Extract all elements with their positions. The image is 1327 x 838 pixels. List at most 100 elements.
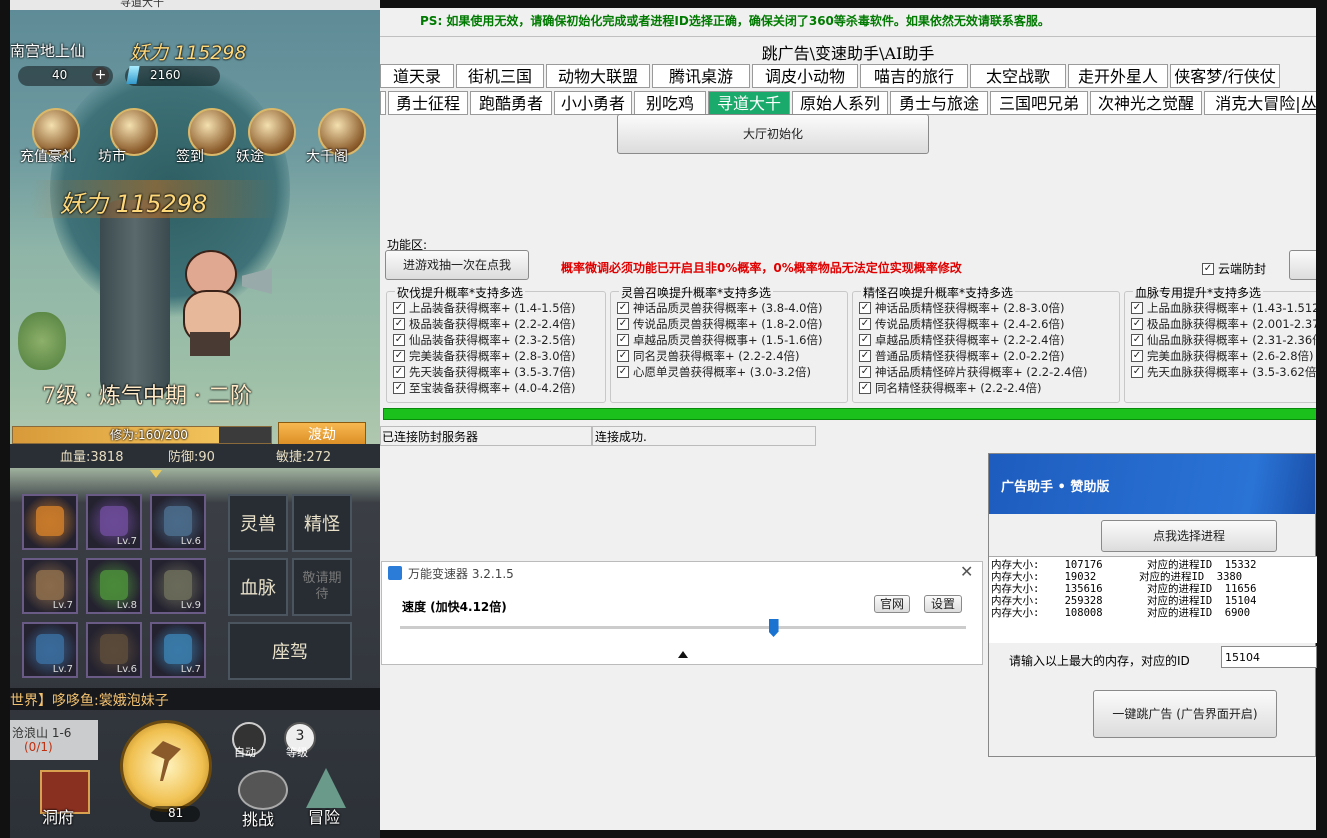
cloud-protect-box[interactable]: ✓ [1202, 262, 1214, 275]
equip-slot[interactable]: Lv.9 [150, 558, 206, 614]
checkbox-box[interactable]: ✓ [617, 302, 629, 314]
cloud-protect-checkbox[interactable]: ✓ 云端防封 [1202, 260, 1266, 277]
tab-row1-item[interactable]: 太空战歌 [970, 64, 1066, 88]
tab-row1-item[interactable]: 动物大联盟 [546, 64, 650, 88]
probability-checkbox[interactable]: ✓ 传说品质灵兽获得概率+ (1.8-2.0倍) [617, 316, 823, 332]
probability-checkbox[interactable]: ✓ 神话品质灵兽获得概率+ (3.8-4.0倍) [617, 300, 823, 316]
equip-slot[interactable]: Lv.6 [86, 622, 142, 678]
probability-checkbox[interactable]: ✓ 至宝装备获得概率+ (4.0-4.2倍) [393, 380, 576, 396]
checkbox-box[interactable]: ✓ [859, 318, 871, 330]
checkbox-box[interactable]: ✓ [617, 334, 629, 346]
tab-row2-item[interactable]: 原始人系列 [792, 91, 888, 115]
process-pid[interactable]: 对应的进程ID 6900 [1147, 605, 1250, 620]
tab-row2-item[interactable]: 勇士征程 [388, 91, 468, 115]
checkbox-box[interactable]: ✓ [859, 334, 871, 346]
probability-checkbox[interactable]: ✓ 普通品质精怪获得概率+ (2.0-2.2倍) [859, 348, 1065, 364]
bloodline-button[interactable]: 血脉 [228, 558, 288, 616]
tab-row2-item[interactable]: 小小勇者 [554, 91, 632, 115]
tab-row2-item[interactable]: 三国吧兄弟 [990, 91, 1088, 115]
checkbox-box[interactable]: ✓ [859, 350, 871, 362]
checkbox-box[interactable]: ✓ [617, 318, 629, 330]
equip-slot[interactable]: Lv.6 [150, 494, 206, 550]
tab-row1-item[interactable]: 道天录 [380, 64, 454, 88]
official-site-button[interactable]: 官网 [874, 595, 910, 613]
partial-button[interactable] [1289, 250, 1316, 280]
equip-slot[interactable] [22, 494, 78, 550]
tab-row1-item[interactable]: 喵吉的旅行 [860, 64, 968, 88]
menu-label[interactable]: 大千阁 [306, 146, 348, 166]
probability-checkbox[interactable]: ✓ 极品装备获得概率+ (2.2-2.4倍) [393, 316, 576, 332]
checkbox-box[interactable]: ✓ [393, 334, 405, 346]
tab-row2-item[interactable]: 消克大冒险|丛林 [1204, 91, 1316, 115]
skip-ad-button[interactable]: 一键跳广告 (广告界面开启) [1093, 690, 1277, 738]
probability-checkbox[interactable]: ✓ 传说品质精怪获得概率+ (2.4-2.6倍) [859, 316, 1065, 332]
probability-checkbox[interactable]: ✓ 先天血脉获得概率+ (3.5-3.62倍 [1131, 364, 1316, 380]
probability-checkbox[interactable]: ✓ 同名灵兽获得概率+ (2.2-2.4倍) [617, 348, 800, 364]
process-id-input[interactable] [1221, 646, 1317, 668]
collapse-arrow-icon[interactable] [678, 651, 688, 658]
mount-button[interactable]: 座驾 [228, 622, 352, 680]
checkbox-box[interactable]: ✓ [1131, 318, 1143, 330]
speed-slider-track[interactable] [400, 626, 966, 629]
probability-checkbox[interactable]: ✓ 神话品质精怪碎片获得概率+ (2.2-2.4倍) [859, 364, 1088, 380]
probability-checkbox[interactable]: ✓ 卓越品质精怪获得概率+ (2.2-2.4倍) [859, 332, 1065, 348]
expand-arrow-icon[interactable] [150, 470, 162, 478]
speed-slider-thumb[interactable] [768, 619, 779, 637]
menu-label[interactable]: 充值豪礼 [20, 146, 76, 166]
probability-checkbox[interactable]: ✓ 完美装备获得概率+ (2.8-3.0倍) [393, 348, 576, 364]
checkbox-box[interactable]: ✓ [859, 302, 871, 314]
checkbox-box[interactable]: ✓ [617, 350, 629, 362]
probability-checkbox[interactable]: ✓ 仙品血脉获得概率+ (2.31-2.36倍 [1131, 332, 1316, 348]
checkbox-box[interactable]: ✓ [859, 366, 871, 378]
checkbox-box[interactable]: ✓ [393, 366, 405, 378]
menu-label[interactable]: 签到 [176, 146, 204, 166]
checkbox-box[interactable]: ✓ [393, 302, 405, 314]
nav-challenge[interactable]: 挑战 [242, 806, 274, 830]
tab-row2-item[interactable]: 寻道大千 [708, 91, 790, 115]
nav-adventure[interactable]: 冒险 [308, 804, 340, 828]
sprite-button[interactable]: 精怪 [292, 494, 352, 552]
close-icon[interactable]: ✕ [960, 562, 973, 581]
add-currency-button[interactable]: + [92, 67, 109, 84]
tab-row1-item[interactable]: 走开外星人 [1068, 64, 1168, 88]
tab-row2-item[interactable]: 跑酷勇者 [470, 91, 552, 115]
settings-button[interactable]: 设置 [924, 595, 962, 613]
checkbox-box[interactable]: ✓ [393, 350, 405, 362]
checkbox-box[interactable]: ✓ [393, 382, 405, 394]
equip-slot[interactable]: Lv.8 [86, 558, 142, 614]
draw-once-button[interactable]: 进游戏抽一次在点我 [385, 250, 529, 280]
menu-label[interactable]: 坊市 [98, 146, 126, 166]
tab-scroll-stub[interactable] [380, 91, 386, 115]
attack-button[interactable] [120, 720, 212, 812]
checkbox-box[interactable]: ✓ [859, 382, 871, 394]
checkbox-box[interactable]: ✓ [1131, 302, 1143, 314]
tab-row1-item[interactable]: 街机三国 [456, 64, 544, 88]
menu-label[interactable]: 妖途 [236, 146, 264, 166]
tab-row1-item[interactable]: 腾讯桌游 [652, 64, 750, 88]
tab-row1-item[interactable]: 侠客梦/行侠仗 [1170, 64, 1280, 88]
probability-checkbox[interactable]: ✓ 上品装备获得概率+ (1.4-1.5倍) [393, 300, 576, 316]
select-process-button[interactable]: 点我选择进程 [1101, 520, 1277, 552]
init-button[interactable]: 大厅初始化 [617, 114, 929, 154]
tab-row2-item[interactable]: 别吃鸡 [634, 91, 706, 115]
probability-checkbox[interactable]: ✓ 上品血脉获得概率+ (1.43-1.512 [1131, 300, 1316, 316]
probability-checkbox[interactable]: ✓ 心愿单灵兽获得概率+ (3.0-3.2倍) [617, 364, 811, 380]
tab-row2-item[interactable]: 勇士与旅途 [890, 91, 988, 115]
checkbox-box[interactable]: ✓ [393, 318, 405, 330]
probability-checkbox[interactable]: ✓ 同名精怪获得概率+ (2.2-2.4倍) [859, 380, 1042, 396]
equip-slot[interactable]: Lv.7 [150, 622, 206, 678]
process-mem[interactable]: 内存大小: 108008 [991, 605, 1103, 620]
chat-text[interactable]: 世界】哆哆鱼:裳娥泡妹子 [10, 690, 169, 710]
probability-checkbox[interactable]: ✓ 仙品装备获得概率+ (2.3-2.5倍) [393, 332, 576, 348]
equip-slot[interactable]: Lv.7 [22, 622, 78, 678]
equip-slot[interactable]: Lv.7 [86, 494, 142, 550]
tab-row1-item[interactable]: 调皮小动物 [752, 64, 858, 88]
equip-slot[interactable]: Lv.7 [22, 558, 78, 614]
spirit-beast-button[interactable]: 灵兽 [228, 494, 288, 552]
nav-cave[interactable]: 洞府 [42, 804, 74, 828]
checkbox-box[interactable]: ✓ [1131, 334, 1143, 346]
tab-row2-item[interactable]: 次神光之觉醒 [1090, 91, 1202, 115]
probability-checkbox[interactable]: ✓ 先天装备获得概率+ (3.5-3.7倍) [393, 364, 576, 380]
probability-checkbox[interactable]: ✓ 完美血脉获得概率+ (2.6-2.8倍) [1131, 348, 1314, 364]
checkbox-box[interactable]: ✓ [1131, 350, 1143, 362]
